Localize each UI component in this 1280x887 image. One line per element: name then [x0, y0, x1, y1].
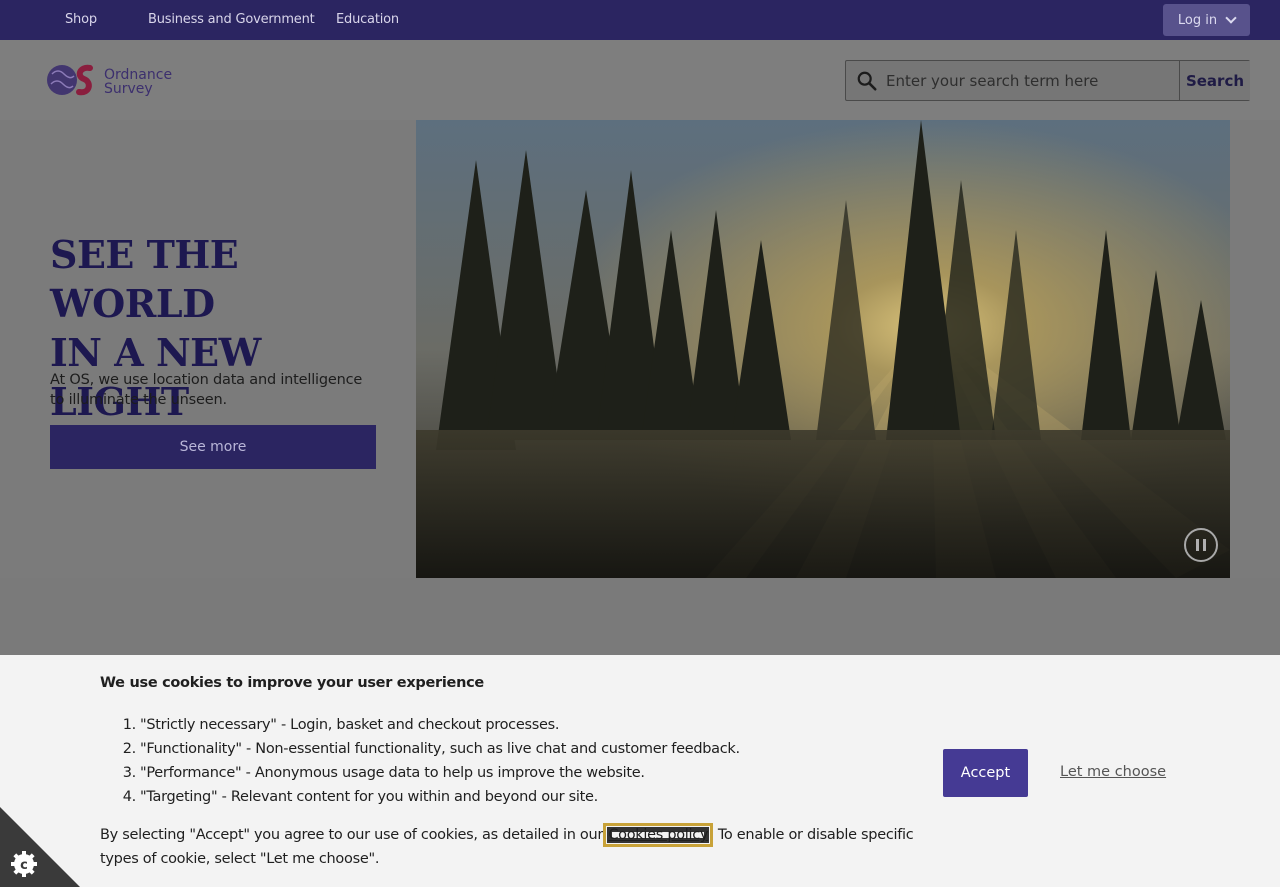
search-input[interactable]	[886, 61, 1179, 100]
hero-section: SEE THE WORLD IN A NEW LIGHT At OS, we u…	[0, 120, 1280, 578]
cookie-settings-icon: c	[0, 807, 80, 887]
svg-text:c: c	[20, 858, 28, 873]
search-icon	[857, 71, 877, 91]
cookie-title: We use cookies to improve your user expe…	[100, 675, 484, 691]
accept-button[interactable]: Accept	[943, 749, 1028, 797]
list-item-number: 2.	[122, 741, 137, 757]
list-item-number: 1.	[122, 717, 137, 733]
pause-icon-bar-right	[1203, 539, 1206, 551]
topnav-business-link[interactable]: Business and Government	[148, 12, 315, 27]
cookie-banner: We use cookies to improve your user expe…	[0, 655, 1280, 887]
login-button[interactable]: Log in	[1163, 4, 1250, 36]
cookie-types-list: 1. "Strictly necessary" - Login, basket a…	[100, 713, 800, 809]
list-item: 1. "Strictly necessary" - Login, basket a…	[100, 713, 800, 737]
search-button[interactable]: Search	[1179, 61, 1250, 100]
os-logo-icon: Ordnance Survey	[47, 64, 172, 97]
search-box: Search	[845, 60, 1250, 101]
site-header: Ordnance Survey Search	[0, 40, 1280, 120]
hero-forest-image	[416, 120, 1230, 578]
page-content-area	[0, 578, 1280, 655]
see-more-button[interactable]: See more	[50, 425, 376, 469]
chevron-down-icon	[1225, 12, 1237, 24]
cookie-settings-button[interactable]: c	[0, 807, 80, 887]
list-item-number: 3.	[122, 765, 137, 781]
cookie-consent-text: By selecting "Accept" you agree to our u…	[100, 823, 940, 871]
list-item: 2. "Functionality" - Non-essential functi…	[100, 737, 800, 761]
cookie-text-before: By selecting "Accept" you agree to our u…	[100, 827, 608, 843]
pause-button[interactable]	[1184, 528, 1218, 562]
login-label: Log in	[1177, 12, 1218, 28]
topnav-education-link[interactable]: Education	[336, 12, 399, 27]
list-item: 3. "Performance" - Anonymous usage data t…	[100, 761, 800, 785]
list-item-number: 4.	[122, 789, 137, 805]
list-item: 4. "Targeting" - Relevant content for you…	[100, 785, 800, 809]
forest-sunrise-image	[416, 120, 1230, 578]
list-item-text: "Targeting" - Relevant content for you w…	[140, 789, 598, 805]
hero-title-line-1: SEE THE WORLD	[50, 232, 239, 326]
list-item-text: "Strictly necessary" - Login, basket and…	[140, 717, 560, 733]
hero-description: At OS, we use location data and intellig…	[50, 372, 363, 408]
list-item-text: "Performance" - Anonymous usage data to …	[140, 765, 645, 781]
let-me-choose-link[interactable]: Let me choose	[1060, 764, 1166, 780]
ordnance-survey-logo[interactable]: Ordnance Survey	[46, 64, 186, 98]
pause-icon-bar-left	[1196, 539, 1199, 551]
list-item-text: "Functionality" - Non-essential function…	[140, 741, 740, 757]
topnav-shop-link[interactable]: Shop	[65, 12, 97, 27]
logo-text-survey: Survey	[104, 81, 153, 97]
cookies-policy-link[interactable]: Cookies policy	[603, 823, 714, 847]
top-bar: Shop Business and Government Education L…	[0, 0, 1280, 40]
